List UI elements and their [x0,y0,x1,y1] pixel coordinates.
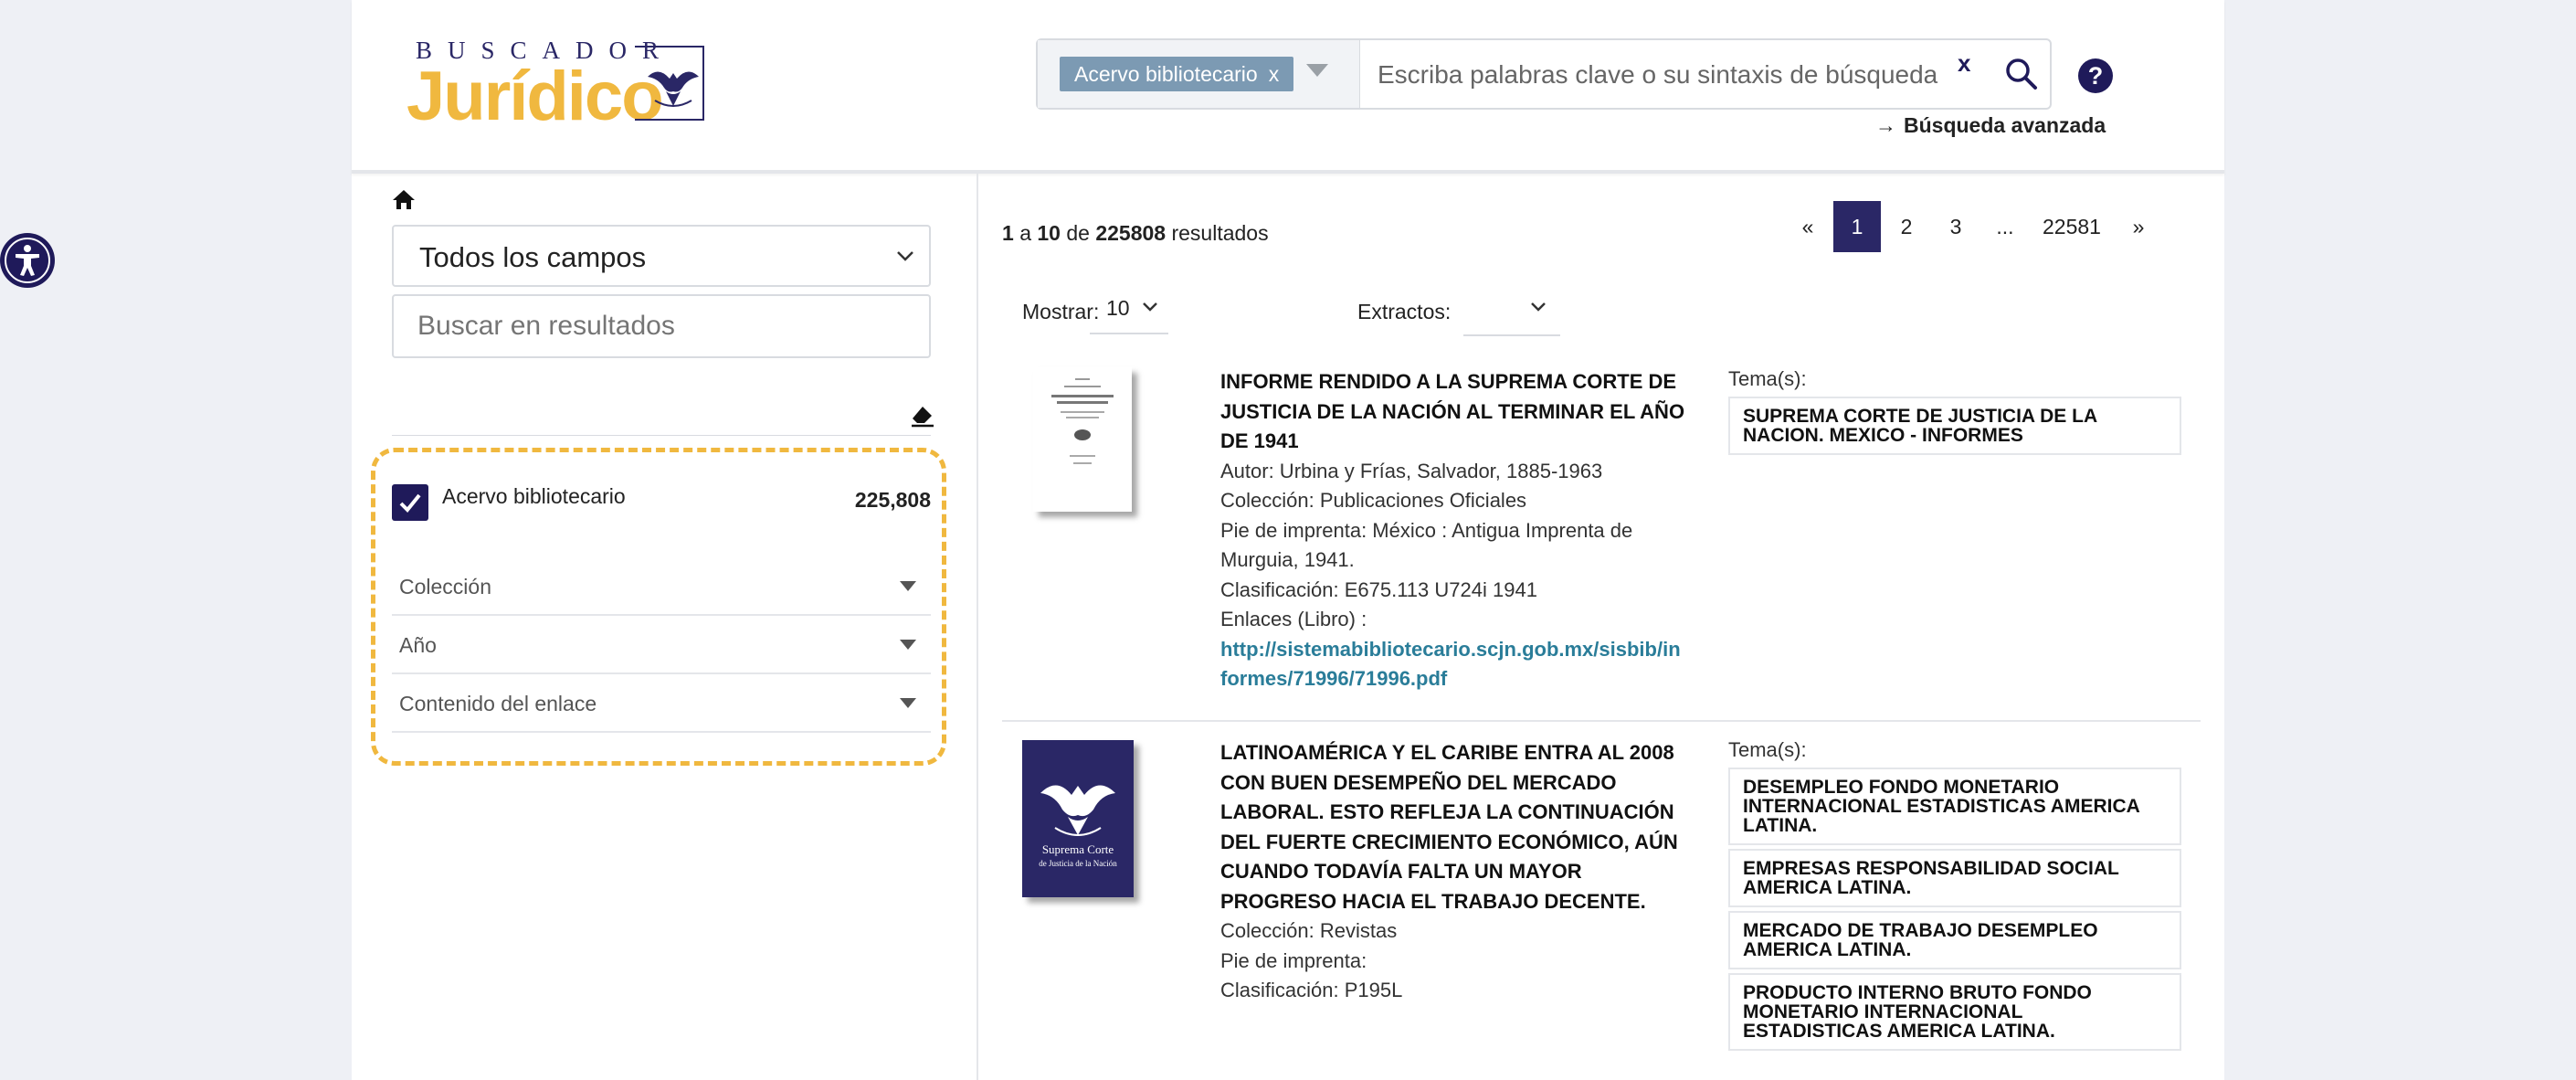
cover-text-1: Suprema Corte [1042,842,1114,856]
advanced-search-link[interactable]: → Búsqueda avanzada [1875,113,2106,138]
caret-down-icon[interactable] [1306,64,1328,77]
caret-down-icon [900,581,916,591]
caret-down-icon [900,698,916,708]
eraser-icon[interactable] [910,404,935,428]
results-to: 10 [1037,221,1061,245]
eagle-icon [648,71,699,107]
results-sep-de: de [1066,221,1090,245]
pagination-page[interactable]: 3 [1932,201,1980,252]
result-title[interactable]: INFORME RENDIDO A LA SUPREMA CORTE DE JU… [1220,367,1686,457]
results-total: 225808 [1095,221,1167,245]
results-area: 1 a 10 de 225808 resultados « 1 2 3 ... … [978,174,2224,1080]
result-imprint: Pie de imprenta: [1220,948,1367,972]
facet-contenido-enlace[interactable]: Contenido del enlace [392,674,931,733]
facet-anio[interactable]: Año [392,616,931,674]
extracts-label: Extractos: [1357,300,1452,323]
topic-tag[interactable]: EMPRESAS RESPONSABILIDAD SOCIAL AMERICA … [1728,849,2181,907]
filter-chip-label: Acervo bibliotecario [1074,62,1258,86]
sidebar: Todos los campos Acervo bibliotecario 22… [352,174,978,1080]
filter-chip-close[interactable]: x [1269,62,1280,86]
acervo-checkbox[interactable] [392,484,428,521]
result-collection: Colección: Publicaciones Oficiales [1220,489,1527,512]
acervo-count: 225,808 [854,488,931,512]
facet-label: Colección [399,575,491,598]
search-in-results-input[interactable] [392,294,931,358]
header: BUSCADOR Jurídico Acervo bibliotecario x … [352,0,2224,174]
home-icon[interactable] [392,188,416,210]
result-text: INFORME RENDIDO A LA SUPREMA CORTE DE JU… [1220,367,1686,694]
arrow-right-icon: → [1875,113,1896,137]
result-topics: Tema(s): SUPREMA CORTE DE JUSTICIA DE LA… [1728,367,2181,459]
help-button[interactable]: ? [2078,58,2113,93]
check-icon [399,493,421,513]
result-text: LATINOAMÉRICA Y EL CARIBE ENTRA AL 2008 … [1220,738,1686,1006]
results-sep-a: a [1019,221,1031,245]
facet-coleccion[interactable]: Colección [392,557,931,616]
result-classification: Clasificación: E675.113 U724i 1941 [1220,577,1537,601]
pagination-last[interactable]: » [2115,201,2162,252]
show-label: Mostrar: [1022,300,1100,323]
accessibility-button[interactable] [0,233,55,288]
search-icon[interactable] [2004,57,2039,91]
result-divider [1002,720,2201,722]
result-topics: Tema(s): DESEMPLEO FONDO MONETARIO INTER… [1728,738,2181,1054]
divider [392,435,931,436]
filter-chip[interactable]: Acervo bibliotecario x [1060,57,1294,91]
pagination: « 1 2 3 ... 22581 » [1782,201,2162,252]
topics-label: Tema(s): [1728,367,1807,390]
chevron-down-icon [1143,302,1157,312]
results-from: 1 [1002,221,1014,245]
result-imprint: Pie de imprenta: México : Antigua Impren… [1220,518,1633,572]
accessibility-icon [5,238,50,283]
chevron-down-icon [1531,302,1546,312]
result-author: Autor: Urbina y Frías, Salvador, 1885-19… [1220,459,1603,482]
pagination-first[interactable]: « [1784,201,1832,252]
pagination-ellipsis: ... [1996,215,2014,238]
caret-down-icon [900,640,916,650]
search-bar: Acervo bibliotecario x x [1036,38,2052,110]
advanced-search-label: Búsqueda avanzada [1904,113,2106,137]
acervo-checkbox-label[interactable]: Acervo bibliotecario [442,484,626,509]
field-select-value: Todos los campos [419,241,647,273]
chevron-down-icon [897,251,913,261]
result-links-label: Enlaces (Libro) : [1220,608,1367,630]
results-suffix: resultados [1171,221,1269,245]
page: BUSCADOR Jurídico Acervo bibliotecario x … [352,0,2224,1080]
facet-label: Contenido del enlace [399,692,597,715]
field-select[interactable]: Todos los campos [392,225,931,287]
show-per-page-select[interactable]: 10 [1090,281,1168,334]
pagination-page[interactable]: 1 [1833,201,1881,252]
book-cover-thumbnail[interactable]: Suprema Corte de Justicia de la Nación [1022,740,1134,897]
pagination-page[interactable]: 22581 [2031,201,2113,252]
result-collection: Colección: Revistas [1220,919,1398,942]
clear-search-button[interactable]: x [1958,49,1970,78]
pagination-page[interactable]: 2 [1883,201,1930,252]
search-filter-area[interactable]: Acervo bibliotecario x [1038,40,1360,108]
facet-label: Año [399,633,437,657]
result-classification: Clasificación: P195L [1220,979,1403,1001]
topic-tag[interactable]: SUPREMA CORTE DE JUSTICIA DE LA NACION. … [1728,397,2181,455]
cover-text-2: de Justicia de la Nación [1039,859,1117,868]
result-title[interactable]: LATINOAMÉRICA Y EL CARIBE ENTRA AL 2008 … [1220,738,1686,916]
extracts-select[interactable] [1463,281,1560,336]
book-cover-thumbnail[interactable] [1033,367,1132,512]
topic-tag[interactable]: MERCADO DE TRABAJO DESEMPLEO AMERICA LAT… [1728,911,2181,969]
topic-tag[interactable]: DESEMPLEO FONDO MONETARIO INTERNACIONAL … [1728,768,2181,845]
site-logo[interactable]: BUSCADOR Jurídico [406,37,717,137]
show-per-page-value: 10 [1106,296,1130,320]
results-count: 1 a 10 de 225808 resultados [1002,221,1269,246]
topic-tag[interactable]: PRODUCTO INTERNO BRUTO FONDO MONETARIO I… [1728,973,2181,1051]
topics-label: Tema(s): [1728,738,1807,761]
search-input[interactable] [1376,53,1946,97]
result-link[interactable]: http://sistemabibliotecario.scjn.gob.mx/… [1220,635,1686,694]
